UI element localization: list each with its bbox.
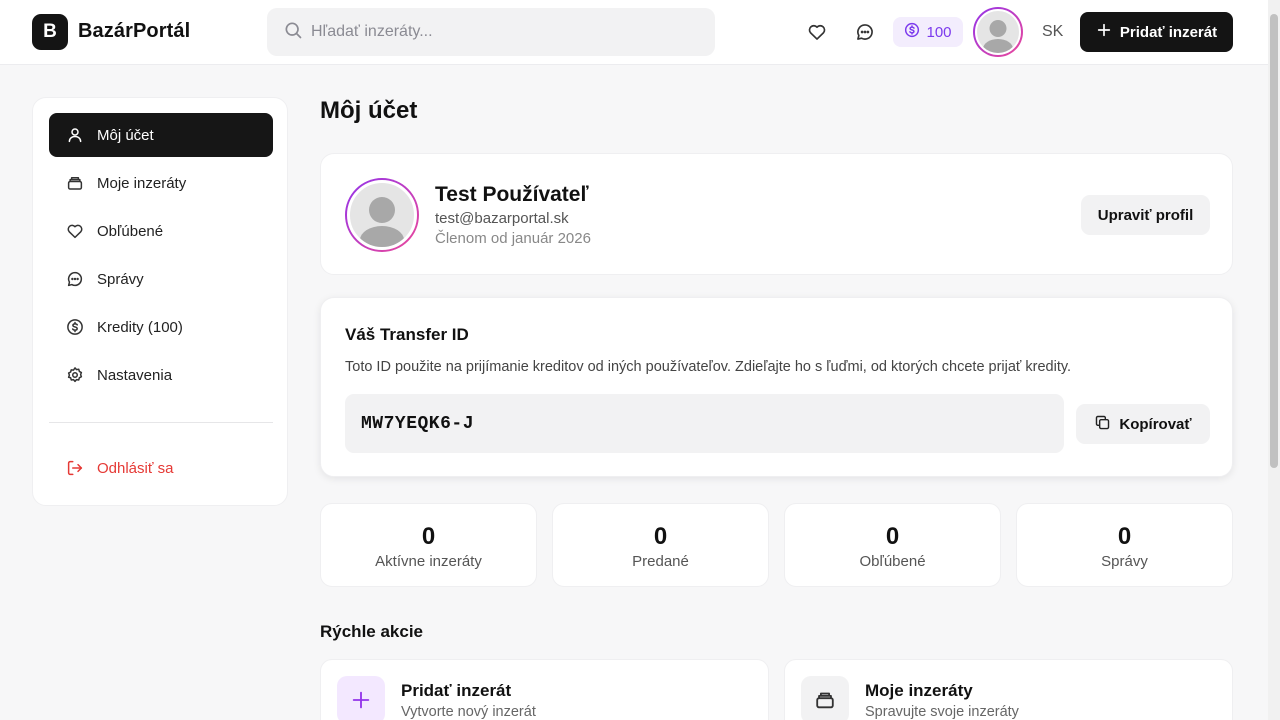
stat-active-listings[interactable]: 0 Aktívne inzeráty bbox=[320, 503, 537, 587]
stat-label: Obľúbené bbox=[859, 553, 926, 570]
stat-label: Predané bbox=[632, 553, 689, 570]
user-avatar[interactable] bbox=[973, 7, 1023, 57]
transfer-title: Váš Transfer ID bbox=[345, 325, 469, 344]
box-icon bbox=[801, 676, 849, 720]
heart-icon bbox=[65, 221, 85, 241]
sidebar-item-messages[interactable]: Správy bbox=[49, 257, 273, 301]
gear-icon bbox=[65, 365, 85, 385]
sidebar-divider bbox=[49, 422, 273, 423]
logout-icon bbox=[65, 458, 85, 478]
edit-profile-button[interactable]: Upraviť profil bbox=[1081, 195, 1210, 235]
user-icon bbox=[65, 125, 85, 145]
quick-action-name: Moje inzeráty bbox=[865, 681, 973, 700]
dollar-icon bbox=[904, 22, 920, 42]
quick-action-add-listing[interactable]: Pridať inzerát Vytvorte nový inzerát bbox=[320, 659, 769, 720]
favorites-heart-icon[interactable] bbox=[805, 20, 829, 44]
box-icon bbox=[65, 173, 85, 193]
logo-badge[interactable]: B bbox=[32, 14, 68, 50]
quick-action-sub: Vytvorte nový inzerát bbox=[401, 704, 536, 720]
stat-sold[interactable]: 0 Predané bbox=[552, 503, 769, 587]
avatar-placeholder-icon bbox=[975, 9, 1021, 55]
quick-action-my-listings[interactable]: Moje inzeráty Spravujte svoje inzeráty bbox=[784, 659, 1233, 720]
page-title: Môj účet bbox=[320, 97, 418, 124]
sidebar-item-credits[interactable]: Kredity (100) bbox=[49, 305, 273, 349]
profile-avatar[interactable] bbox=[345, 178, 419, 252]
member-since: Členom od január 2026 bbox=[435, 230, 591, 247]
copy-label: Kopírovať bbox=[1119, 415, 1192, 433]
chat-icon bbox=[65, 269, 85, 289]
profile-card: Test Používateľ test@bazarportal.sk Člen… bbox=[320, 153, 1233, 275]
stat-label: Správy bbox=[1101, 553, 1148, 570]
language-switcher[interactable]: SK bbox=[1042, 23, 1063, 41]
logout-label: Odhlásiť sa bbox=[97, 459, 174, 477]
quick-action-name: Pridať inzerát bbox=[401, 681, 512, 700]
stat-value: 0 bbox=[1117, 523, 1132, 550]
transfer-id-card: Váš Transfer ID Toto ID použite na prijí… bbox=[320, 297, 1233, 477]
stat-value: 0 bbox=[421, 523, 436, 550]
sidebar-item-label: Môj účet bbox=[97, 126, 154, 144]
credits-count: 100 bbox=[926, 23, 952, 41]
sidebar-item-my-listings[interactable]: Moje inzeráty bbox=[49, 161, 273, 205]
search-input[interactable] bbox=[311, 23, 691, 41]
search-bar[interactable] bbox=[267, 8, 715, 56]
profile-name: Test Používateľ bbox=[435, 183, 589, 206]
transfer-description: Toto ID použite na prijímanie kreditov o… bbox=[345, 359, 1072, 375]
logo-text[interactable]: BazárPortál bbox=[78, 20, 190, 43]
search-icon bbox=[283, 20, 303, 45]
top-header: B BazárPortál 100 SK Pridať inzerát bbox=[0, 0, 1268, 65]
stat-favorites[interactable]: 0 Obľúbené bbox=[784, 503, 1001, 587]
quick-action-sub: Spravujte svoje inzeráty bbox=[865, 704, 1019, 720]
add-listing-label: Pridať inzerát bbox=[1119, 23, 1218, 41]
sidebar-item-label: Kredity (100) bbox=[97, 318, 183, 336]
stat-label: Aktívne inzeráty bbox=[375, 553, 482, 570]
sidebar-item-favorites[interactable]: Obľúbené bbox=[49, 209, 273, 253]
quick-actions-title: Rýchle akcie bbox=[320, 622, 424, 641]
sidebar-item-label: Správy bbox=[97, 270, 144, 288]
scrollbar-thumb[interactable] bbox=[1270, 14, 1278, 468]
sidebar-item-settings[interactable]: Nastavenia bbox=[49, 353, 273, 397]
plus-icon bbox=[1096, 22, 1112, 42]
messages-chat-icon[interactable] bbox=[853, 20, 877, 44]
transfer-id-value[interactable]: MW7YEQK6-J bbox=[345, 394, 1064, 453]
copy-button[interactable]: Kopírovať bbox=[1076, 404, 1210, 444]
plus-icon bbox=[337, 676, 385, 720]
account-sidebar: Môj účet Moje inzeráty Obľúbené Správy K… bbox=[32, 97, 288, 506]
credits-badge[interactable]: 100 bbox=[893, 17, 963, 47]
stat-value: 0 bbox=[653, 523, 668, 550]
stat-value: 0 bbox=[885, 523, 900, 550]
logout-button[interactable]: Odhlásiť sa bbox=[49, 446, 273, 490]
sidebar-item-my-account[interactable]: Môj účet bbox=[49, 113, 273, 157]
copy-icon bbox=[1094, 414, 1111, 435]
sidebar-item-label: Obľúbené bbox=[97, 222, 164, 240]
avatar-placeholder-icon bbox=[347, 180, 417, 250]
stat-messages[interactable]: 0 Správy bbox=[1016, 503, 1233, 587]
add-listing-button[interactable]: Pridať inzerát bbox=[1080, 12, 1233, 52]
sidebar-item-label: Moje inzeráty bbox=[97, 174, 187, 192]
dollar-icon bbox=[65, 317, 85, 337]
profile-email: test@bazarportal.sk bbox=[435, 210, 569, 227]
sidebar-item-label: Nastavenia bbox=[97, 366, 173, 384]
